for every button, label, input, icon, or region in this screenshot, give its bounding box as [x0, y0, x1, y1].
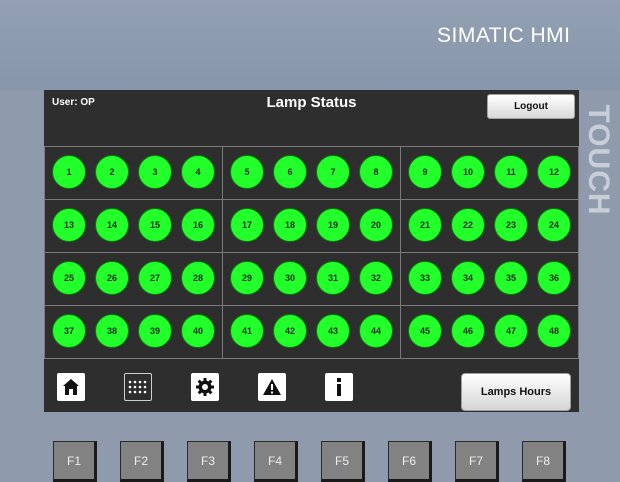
lamp-indicator[interactable]: 47 — [494, 314, 528, 348]
lamp-indicator[interactable]: 15 — [138, 208, 172, 242]
lamp-indicator[interactable]: 6 — [273, 155, 307, 189]
lamp-indicator[interactable]: 34 — [451, 261, 485, 295]
function-key-f3[interactable]: F3 — [187, 441, 231, 482]
lamp-indicator[interactable]: 12 — [537, 155, 571, 189]
lamp-indicator[interactable]: 42 — [273, 314, 307, 348]
lamp-indicator[interactable]: 43 — [316, 314, 350, 348]
warning-icon — [263, 379, 281, 395]
lamp-indicator[interactable]: 33 — [408, 261, 442, 295]
function-key-f1[interactable]: F1 — [53, 441, 97, 482]
lamp-indicator[interactable]: 25 — [52, 261, 86, 295]
lamp-indicator[interactable]: 17 — [230, 208, 264, 242]
settings-button[interactable] — [191, 373, 219, 401]
lamp-indicator[interactable]: 26 — [95, 261, 129, 295]
lamp-grid: 1 2 3 4 5 6 7 8 9 10 11 12 13 14 15 16 17 18 19 20 21 22 23 24 2… — [44, 146, 579, 359]
lamp-indicator[interactable]: 23 — [494, 208, 528, 242]
lamp-indicator[interactable]: 18 — [273, 208, 307, 242]
lamp-indicator[interactable]: 20 — [359, 208, 393, 242]
lamp-indicator[interactable]: 32 — [359, 261, 393, 295]
lamp-indicator[interactable]: 7 — [316, 155, 350, 189]
lamp-indicator[interactable]: 37 — [52, 314, 86, 348]
home-icon — [63, 379, 79, 395]
lamp-indicator[interactable]: 24 — [537, 208, 571, 242]
touch-label: TOUCH — [578, 90, 618, 230]
brand-label: SIMATIC HMI — [437, 24, 571, 47]
home-button[interactable] — [57, 373, 85, 401]
function-key-f7[interactable]: F7 — [455, 441, 499, 482]
function-key-f2[interactable]: F2 — [120, 441, 164, 482]
lamps-hours-button[interactable]: Lamps Hours — [461, 373, 571, 411]
gear-icon — [196, 378, 214, 396]
lamp-indicator[interactable]: 9 — [408, 155, 442, 189]
lamp-indicator[interactable]: 27 — [138, 261, 172, 295]
lamp-indicator[interactable]: 46 — [451, 314, 485, 348]
lamp-indicator[interactable]: 38 — [95, 314, 129, 348]
lamp-indicator[interactable]: 41 — [230, 314, 264, 348]
lamp-overview-button[interactable] — [124, 373, 152, 401]
lamp-indicator[interactable]: 29 — [230, 261, 264, 295]
lamp-indicator[interactable]: 16 — [181, 208, 215, 242]
lamp-indicator[interactable]: 2 — [95, 155, 129, 189]
lamp-indicator[interactable]: 39 — [138, 314, 172, 348]
lamp-indicator[interactable]: 28 — [181, 261, 215, 295]
lamp-indicator[interactable]: 36 — [537, 261, 571, 295]
lamp-indicator[interactable]: 35 — [494, 261, 528, 295]
hmi-screen: User: OP Lamp Status Logout 1 2 3 4 5 6 7 8 9 10 1… — [44, 90, 579, 412]
lamp-indicator[interactable]: 30 — [273, 261, 307, 295]
lamp-indicator[interactable]: 48 — [537, 314, 571, 348]
lamp-indicator[interactable]: 4 — [181, 155, 215, 189]
alarms-button[interactable] — [258, 373, 286, 401]
function-key-f5[interactable]: F5 — [321, 441, 365, 482]
touch-text: TOUCH — [582, 104, 615, 216]
lamp-indicator[interactable]: 1 — [52, 155, 86, 189]
lamp-indicator[interactable]: 40 — [181, 314, 215, 348]
logout-button[interactable]: Logout — [487, 94, 575, 119]
lamp-indicator[interactable]: 11 — [494, 155, 528, 189]
lamp-indicator[interactable]: 44 — [359, 314, 393, 348]
lamp-indicator[interactable]: 14 — [95, 208, 129, 242]
info-button[interactable] — [325, 373, 353, 401]
lamp-indicator[interactable]: 19 — [316, 208, 350, 242]
function-key-f4[interactable]: F4 — [254, 441, 298, 482]
lamp-indicator[interactable]: 13 — [52, 208, 86, 242]
lamp-indicator[interactable]: 10 — [451, 155, 485, 189]
grid-icon — [128, 380, 147, 394]
lamp-indicator[interactable]: 31 — [316, 261, 350, 295]
function-key-f8[interactable]: F8 — [522, 441, 566, 482]
function-key-f6[interactable]: F6 — [388, 441, 432, 482]
lamp-indicator[interactable]: 8 — [359, 155, 393, 189]
lamp-indicator[interactable]: 5 — [230, 155, 264, 189]
info-icon — [337, 378, 341, 396]
lamp-indicator[interactable]: 21 — [408, 208, 442, 242]
lamp-indicator[interactable]: 22 — [451, 208, 485, 242]
lamp-indicator[interactable]: 45 — [408, 314, 442, 348]
lamp-indicator[interactable]: 3 — [138, 155, 172, 189]
